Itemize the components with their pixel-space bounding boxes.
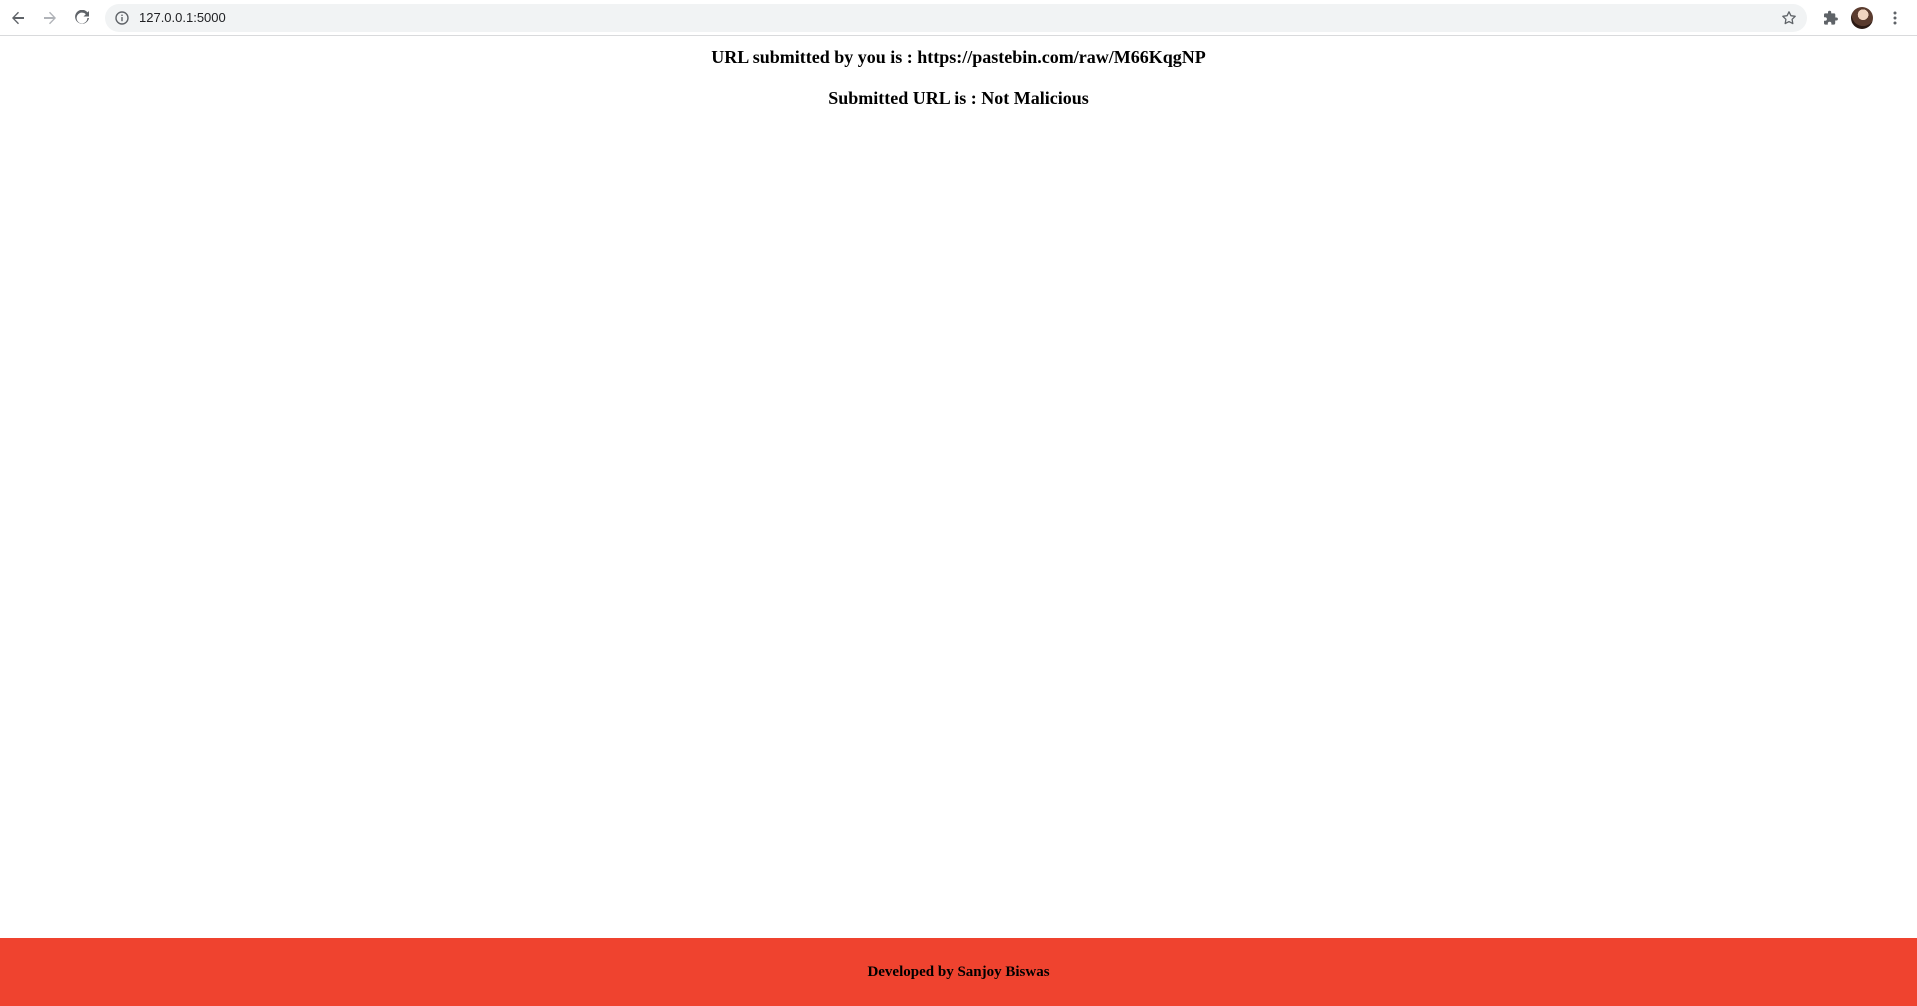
reload-button[interactable] [69, 5, 95, 31]
extensions-button[interactable] [1818, 5, 1844, 31]
forward-button[interactable] [37, 5, 63, 31]
address-bar[interactable]: 127.0.0.1:5000 [105, 4, 1807, 32]
result-text: Submitted URL is : Not Malicious [828, 88, 1089, 108]
menu-button[interactable] [1882, 5, 1908, 31]
back-button[interactable] [5, 5, 31, 31]
star-icon[interactable] [1781, 10, 1797, 26]
url-text[interactable]: 127.0.0.1:5000 [139, 4, 226, 32]
arrow-left-icon [12, 11, 24, 25]
browser-toolbar: 127.0.0.1:5000 [0, 0, 1917, 36]
footer: Developed by Sanjoy Biswas [0, 938, 1917, 1006]
kebab-menu-icon [1893, 11, 1897, 25]
avatar[interactable] [1851, 7, 1873, 29]
puzzle-icon [1824, 10, 1838, 25]
arrow-right-icon [44, 11, 56, 25]
footer-text: Developed by Sanjoy Biswas [867, 963, 1050, 980]
info-icon[interactable] [115, 11, 129, 25]
reload-icon [75, 10, 89, 24]
submitted-url-text: URL submitted by you is : https://pasteb… [711, 47, 1206, 67]
page-content: URL submitted by you is : https://pasteb… [0, 36, 1917, 938]
